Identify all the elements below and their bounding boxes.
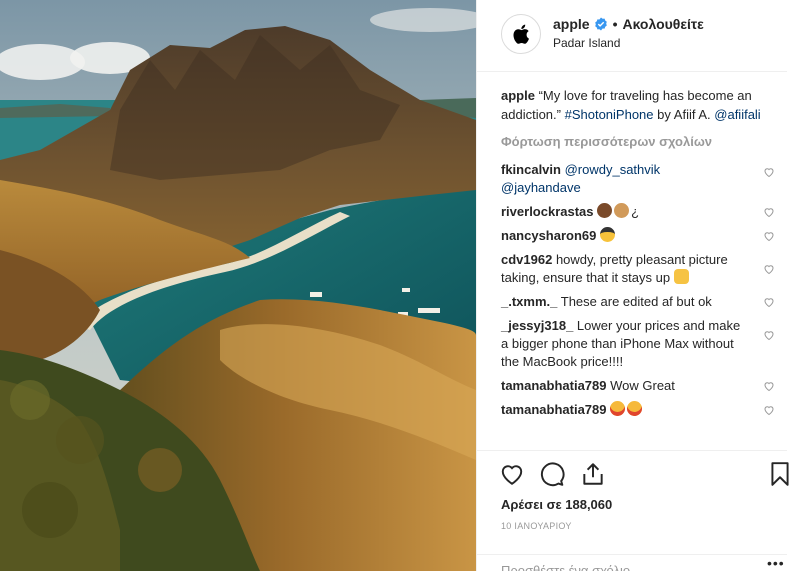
caption-username[interactable]: apple	[501, 88, 535, 103]
share-icon[interactable]	[580, 461, 606, 487]
like-comment-heart-icon[interactable]	[763, 230, 775, 242]
like-comment-heart-icon[interactable]	[763, 296, 775, 308]
comment-row: _.txmm._ These are edited af but ok	[501, 293, 781, 311]
post-photo[interactable]	[0, 0, 476, 571]
post-details-panel: apple • Ακολουθείτε Padar Island apple “…	[476, 0, 792, 571]
post-date[interactable]: 10 ΙΑΝΟΥΑΡΙΟΥ	[501, 521, 572, 531]
comment-row: tamanabhatia789 Wow Great	[501, 377, 781, 395]
comment-username[interactable]: riverlockrastas	[501, 204, 594, 219]
comment-username[interactable]: fkincalvin	[501, 162, 561, 177]
comment-text: ¿	[631, 204, 640, 219]
like-comment-heart-icon[interactable]	[763, 166, 775, 178]
comment-row: _jessyj318_ Lower your prices and make a…	[501, 317, 781, 371]
comment-row: tamanabhatia789	[501, 401, 781, 419]
avatar[interactable]	[501, 14, 541, 54]
comment-text: These are edited af but ok	[560, 294, 712, 309]
like-comment-heart-icon[interactable]	[763, 380, 775, 392]
like-comment-heart-icon[interactable]	[763, 263, 775, 275]
caption-by: by Afiif A.	[657, 107, 711, 122]
like-heart-icon[interactable]	[499, 461, 525, 487]
add-comment-input[interactable]: Προσθέστε ένα σχόλιο...	[501, 563, 641, 571]
post-username[interactable]: apple	[553, 16, 590, 32]
comment-username[interactable]: cdv1962	[501, 252, 552, 267]
separator-dot: •	[612, 16, 618, 32]
caption-mention[interactable]: @afiifali	[714, 107, 760, 122]
like-comment-heart-icon[interactable]	[763, 404, 775, 416]
sunglasses-emoji-icon	[600, 227, 615, 242]
comment-text: Wow Great	[610, 378, 675, 393]
post-actions: Αρέσει σε 188,060 10 ΙΑΝΟΥΑΡΙΟΥ Προσθέστ…	[477, 450, 789, 571]
add-comment-bar: Προσθέστε ένα σχόλιο... •••	[477, 554, 787, 571]
likes-count[interactable]: Αρέσει σε 188,060	[501, 497, 612, 512]
comment-username[interactable]: _jessyj318_	[501, 318, 573, 333]
comment-row: riverlockrastas ¿	[501, 203, 781, 221]
comments-list: apple “My love for traveling has become …	[501, 86, 781, 419]
following-button[interactable]: Ακολουθείτε	[622, 16, 703, 32]
more-options-icon[interactable]: •••	[767, 555, 785, 571]
hand-emoji-icon	[673, 269, 689, 284]
comment-row: cdv1962 howdy, pretty pleasant picture t…	[501, 251, 781, 287]
comment-username[interactable]: tamanabhatia789	[501, 402, 607, 417]
post-caption: apple “My love for traveling has become …	[501, 86, 781, 124]
comment-username[interactable]: _.txmm._	[501, 294, 557, 309]
post-header: apple • Ακολουθείτε Padar Island	[477, 0, 787, 72]
apple-logo-icon	[513, 24, 529, 44]
heart-eyes-emoji-icon	[627, 401, 643, 416]
load-more-comments-button[interactable]: Φόρτωση περισσότερων σχολίων	[501, 134, 781, 149]
like-comment-heart-icon[interactable]	[763, 329, 775, 341]
man-emoji-icon	[614, 203, 630, 218]
heart-eyes-emoji-icon	[610, 401, 626, 416]
comment-bubble-icon[interactable]	[539, 461, 565, 487]
comment-mention[interactable]: @rowdy_sathvik	[565, 162, 661, 177]
caption-hashtag[interactable]: #ShotoniPhone	[565, 107, 654, 122]
post-location[interactable]: Padar Island	[553, 36, 620, 50]
comment-row: nancysharon69	[501, 227, 781, 245]
woman-emoji-icon	[597, 203, 613, 218]
verified-badge-icon	[594, 17, 607, 31]
comment-username[interactable]: nancysharon69	[501, 228, 596, 243]
comment-mention[interactable]: @jayhandave	[501, 180, 581, 195]
bookmark-icon[interactable]	[767, 461, 792, 487]
like-comment-heart-icon[interactable]	[763, 206, 775, 218]
comment-row: fkincalvin @rowdy_sathvik @jayhandave	[501, 161, 781, 197]
comment-username[interactable]: tamanabhatia789	[501, 378, 607, 393]
